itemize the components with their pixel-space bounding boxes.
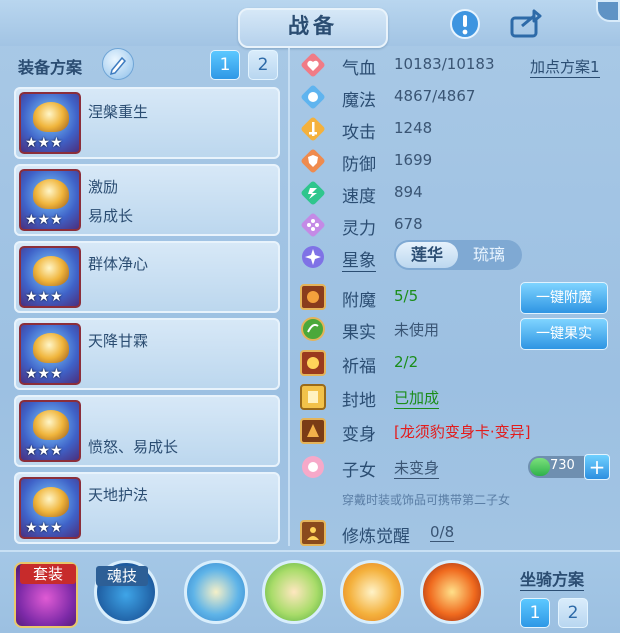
star-rating: ★★★ (25, 135, 63, 151)
xingxiang-toggle[interactable]: 莲华 琉璃 (394, 240, 522, 270)
fief-icon (300, 384, 326, 410)
stat-value[interactable]: 已加成 (394, 387, 440, 409)
share-icon[interactable] (508, 8, 542, 40)
stat-label: 果实 (342, 323, 376, 343)
shield-icon (301, 149, 325, 173)
sword-icon (301, 117, 325, 141)
equipment-name: 激励 (88, 178, 119, 196)
set-label: 套装 (20, 564, 76, 584)
mana-icon (301, 85, 325, 109)
soul-skill-label: 魂技 (96, 566, 148, 586)
toggle-liuli[interactable]: 琉璃 (458, 242, 520, 268)
equip-plan-heading: 装备方案 (18, 58, 83, 77)
stat-value[interactable]: 0/8 (430, 523, 455, 542)
star-sign-icon (302, 246, 324, 268)
equipment-thumb: ★★★ (19, 400, 81, 462)
stat-label: 变身 (342, 425, 376, 445)
stat-value[interactable]: 未变身 (394, 457, 440, 479)
mount-plan-2-button[interactable]: 2 (558, 598, 588, 628)
stat-value: 678 (394, 215, 423, 233)
stat-label: 子女 (342, 461, 376, 481)
equip-plan-1-button[interactable]: 1 (210, 50, 240, 80)
stat-value: 10183/10183 (394, 55, 495, 73)
mount-plan-heading[interactable]: 坐骑方案 (520, 566, 585, 591)
stat-label: 防御 (342, 155, 376, 175)
stat-label: 灵力 (342, 219, 376, 239)
equipment-effect: 愤怒、易成长 (88, 438, 179, 456)
xingxiang-label[interactable]: 星象 (342, 246, 376, 272)
child-hint: 穿戴时装或饰品可携带第二子女 (342, 493, 511, 507)
star-rating: ★★★ (25, 443, 63, 459)
stat-value: 5/5 (394, 287, 419, 305)
equipment-thumb: ★★★ (19, 323, 81, 385)
equipment-slot-5[interactable]: ★★★ 愤怒、易成长 (14, 395, 280, 467)
equipment-slot-2[interactable]: ★★★ 激励 易成长 (14, 164, 280, 236)
alert-icon[interactable] (448, 8, 482, 40)
fruit-icon (301, 317, 325, 341)
cultivation-icon (300, 520, 326, 546)
star-rating: ★★★ (25, 366, 63, 382)
blessing-icon (300, 350, 326, 376)
equipment-thumb: ★★★ (19, 92, 81, 154)
skill-slot-1[interactable] (184, 560, 248, 624)
stat-value: 2/2 (394, 353, 419, 371)
stat-label: 祈福 (342, 357, 376, 377)
one-click-fruit-button[interactable]: 一键果实 (520, 318, 608, 350)
toggle-lianhua[interactable]: 莲华 (396, 242, 458, 268)
speed-icon (301, 181, 325, 205)
equipment-slot-4[interactable]: ★★★ 天降甘霖 (14, 318, 280, 390)
equipment-name: 天降甘霖 (88, 332, 149, 350)
page-title: 战备 (288, 14, 338, 38)
equipment-slot-6[interactable]: ★★★ 天地护法 (14, 472, 280, 544)
star-rating: ★★★ (25, 520, 63, 536)
equipment-slot-3[interactable]: ★★★ 群体净心 (14, 241, 280, 313)
one-click-enchant-button[interactable]: 一键附魔 (520, 282, 608, 314)
equipment-effect: 易成长 (88, 207, 134, 225)
stat-value: 1248 (394, 119, 433, 137)
add-points-button[interactable]: + (584, 454, 610, 480)
equipment-slot-1[interactable]: ★★★ 涅槃重生 (14, 87, 280, 159)
skill-slot-4[interactable] (420, 560, 484, 624)
child-icon (302, 456, 324, 478)
skill-slot-3[interactable] (340, 560, 404, 624)
stat-label: 气血 (342, 59, 376, 79)
heart-icon (301, 53, 325, 77)
skill-slot-2[interactable] (262, 560, 326, 624)
points-fill (530, 458, 550, 476)
stat-value[interactable]: [龙须豹变身卡·变异] (394, 421, 530, 442)
panel-divider (288, 48, 290, 546)
star-rating: ★★★ (25, 212, 63, 228)
stat-label: 攻击 (342, 123, 376, 143)
edit-icon[interactable] (102, 48, 134, 80)
attribute-plan-link[interactable]: 加点方案1 (530, 56, 600, 78)
equipment-name: 群体净心 (88, 255, 149, 273)
stat-value: 1699 (394, 151, 433, 169)
points-value: 730 (550, 458, 575, 473)
stat-label: 封地 (342, 391, 376, 411)
mount-plan-1-button[interactable]: 1 (520, 598, 550, 628)
stat-value: 未使用 (394, 321, 440, 339)
stat-label: 修炼觉醒 (342, 527, 410, 547)
stat-value: 4867/4867 (394, 87, 476, 105)
equipment-name: 天地护法 (88, 486, 149, 504)
equipment-thumb: ★★★ (19, 169, 81, 231)
stat-label: 速度 (342, 187, 376, 207)
transform-icon (300, 418, 326, 444)
equipment-thumb: ★★★ (19, 246, 81, 308)
star-rating: ★★★ (25, 289, 63, 305)
enchant-icon (300, 284, 326, 310)
equipment-name: 涅槃重生 (88, 103, 149, 121)
equip-plan-2-button[interactable]: 2 (248, 50, 278, 80)
equipment-thumb: ★★★ (19, 477, 81, 539)
stat-label: 魔法 (342, 91, 376, 111)
stat-value: 894 (394, 183, 423, 201)
spirit-icon (301, 213, 325, 237)
stat-label: 附魔 (342, 291, 376, 311)
